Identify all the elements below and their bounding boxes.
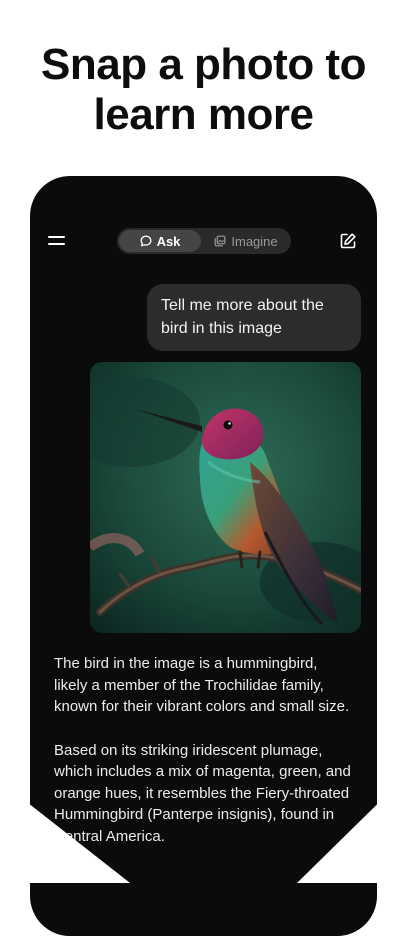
tab-ask[interactable]: Ask <box>119 230 201 252</box>
hummingbird-illustration <box>90 362 361 633</box>
torn-corner-right <box>297 775 407 883</box>
top-bar: Ask Imagine <box>30 226 377 256</box>
tab-ask-label: Ask <box>156 233 181 249</box>
user-message-bubble: Tell me more about the bird in this imag… <box>147 284 361 351</box>
headline-line-1: Snap a photo to <box>41 40 366 89</box>
reply-paragraph-1: The bird in the image is a hummingbird, … <box>54 655 350 715</box>
hamburger-menu-icon[interactable] <box>48 233 65 247</box>
headline-line-2: learn more <box>93 90 314 139</box>
tab-imagine-label: Imagine <box>231 233 278 249</box>
tab-imagine[interactable]: Imagine <box>203 230 289 252</box>
edit-square-icon[interactable] <box>339 232 357 250</box>
torn-corner-left <box>0 781 130 883</box>
mode-switcher: Ask Imagine <box>117 228 291 254</box>
chat-bubble-icon <box>140 235 152 247</box>
hummingbird-photo[interactable] <box>90 362 361 633</box>
promo-headline: Snap a photo to learn more <box>0 40 407 140</box>
image-stack-icon <box>214 235 226 247</box>
user-message-text: Tell me more about the bird in this imag… <box>161 297 324 337</box>
